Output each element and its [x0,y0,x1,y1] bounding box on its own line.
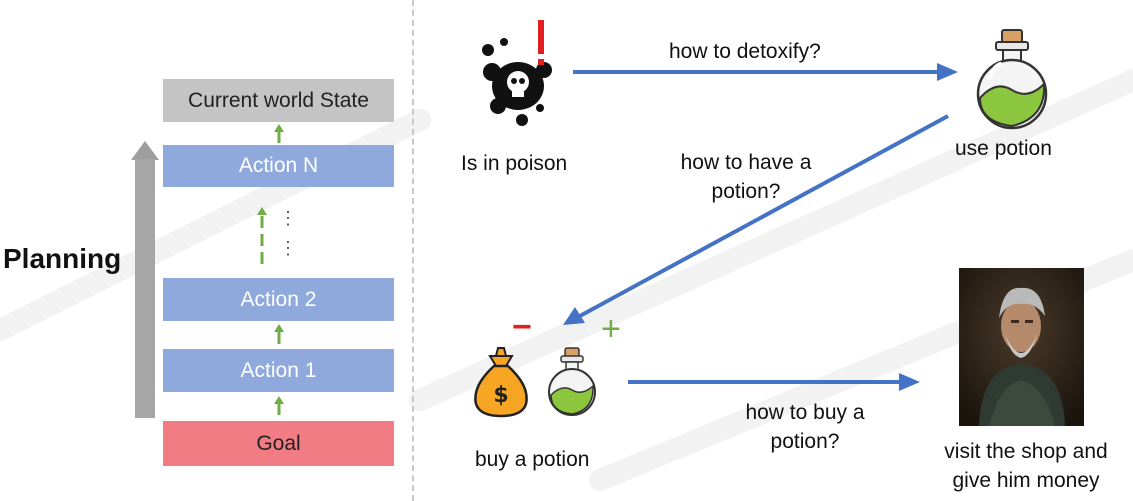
money-bag-icon: $ [474,347,528,418]
buy-potion-node-label: buy a potion [475,448,590,471]
use-potion-node-label: use potion [955,137,1052,160]
shopkeeper-portrait-image [959,268,1084,426]
shop-node-label-text: visit the shop and give him money [944,440,1108,492]
edge-label-buy-text: how to buy a potion? [745,401,865,453]
poison-skull-icon [482,20,552,126]
potion-icon [976,29,1048,130]
potion-icon-small [548,347,596,416]
shop-node-label: visit the shop and give him money [926,437,1126,495]
plus-sign: + [601,310,621,348]
arrow-head-buy [899,373,920,391]
edge-label-detoxify: how to detoxify? [669,40,821,63]
edge-label-have-potion-text: how to have a potion? [680,151,812,203]
arrow-head-detoxify [937,63,958,81]
edge-label-buy: how to buy a potion? [730,398,880,456]
svg-text:$: $ [493,383,508,408]
poison-node-label: Is in poison [461,152,568,175]
edge-label-have-potion: how to have a potion? [666,148,826,206]
